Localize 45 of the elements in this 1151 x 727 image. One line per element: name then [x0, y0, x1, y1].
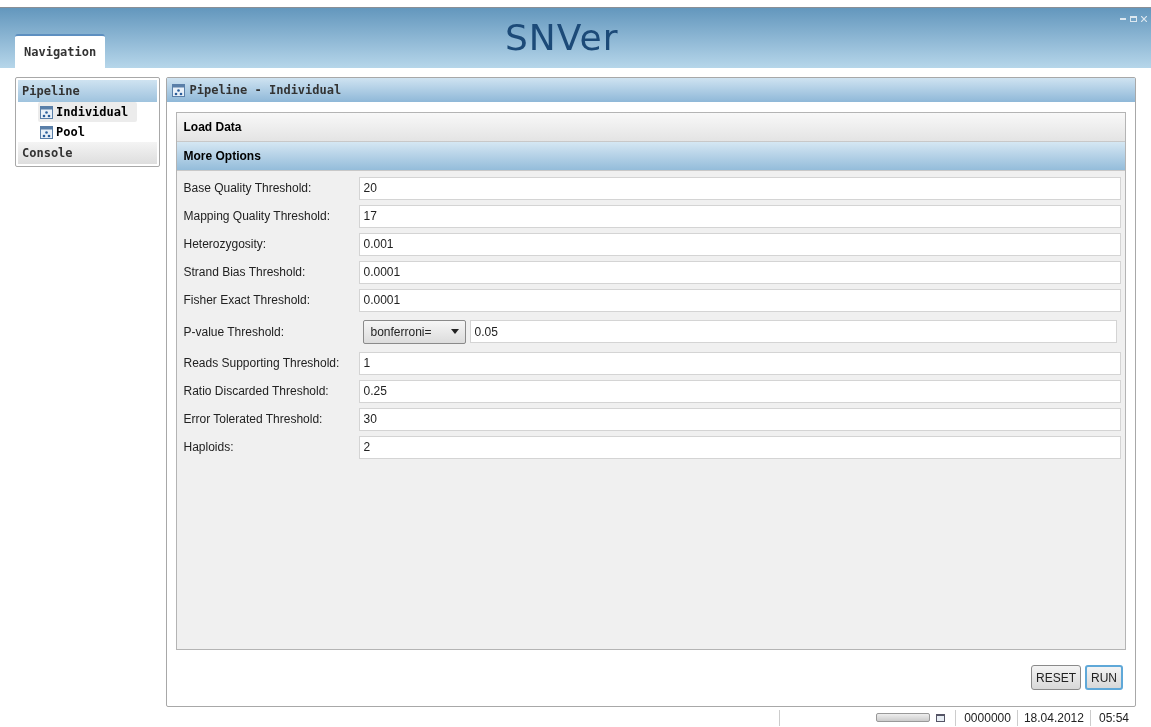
threshold-field[interactable]: 17 — [359, 204, 1121, 228]
section-header[interactable]: Pipeline — [18, 80, 158, 102]
status-date: 18.04.2012 — [1022, 709, 1085, 727]
field-label: Heterozygosity: — [183, 236, 268, 253]
item-label: Individual — [56, 104, 129, 121]
field-label: Reads Supporting Threshold: — [183, 355, 341, 372]
window-icon[interactable] — [936, 713, 946, 722]
tree-item[interactable]: Pool — [38, 122, 138, 142]
accordion-header[interactable]: More Options — [177, 142, 1125, 171]
field-label: Haploids: — [183, 439, 235, 456]
section-header[interactable]: Console — [18, 142, 158, 164]
module-icon — [40, 105, 53, 119]
item-label: Pool — [56, 124, 85, 141]
threshold-field[interactable]: 0.0001 — [359, 260, 1121, 284]
threshold-field[interactable]: 0.0001 — [359, 288, 1121, 312]
navigation-tab[interactable]: Navigation — [15, 34, 106, 68]
status-time: 05:54 — [1097, 709, 1130, 727]
editor-title: Pipeline - Individual — [189, 82, 342, 99]
threshold-field[interactable]: 20 — [359, 176, 1121, 200]
threshold-field[interactable]: 0.05 — [470, 320, 1117, 343]
field-label: P-value Threshold: — [183, 323, 285, 341]
maximize-icon[interactable] — [1130, 16, 1137, 22]
method-dropdown[interactable]: bonferroni= — [363, 319, 467, 344]
module-icon — [172, 83, 186, 97]
field-label: Strand Bias Threshold: — [183, 264, 307, 281]
minimize-icon[interactable] — [1120, 17, 1126, 21]
field-label: Error Tolerated Threshold: — [183, 411, 324, 428]
run-button[interactable]: RUN — [1085, 665, 1123, 690]
field-label: Mapping Quality Threshold: — [183, 208, 331, 225]
close-icon[interactable] — [1141, 16, 1147, 22]
threshold-field[interactable]: 2 — [359, 435, 1121, 459]
threshold-field[interactable]: 1 — [359, 351, 1121, 375]
tree-item[interactable]: Individual — [38, 102, 138, 122]
accordion-header[interactable]: Load Data — [177, 113, 1125, 142]
reset-button[interactable]: RESET — [1031, 665, 1081, 690]
module-icon — [40, 125, 53, 139]
field-label: Fisher Exact Threshold: — [183, 292, 311, 309]
app-logo: SNVer — [505, 18, 619, 58]
field-label: Base Quality Threshold: — [183, 180, 313, 197]
caret-icon — [451, 329, 460, 334]
threshold-field[interactable]: 0.001 — [359, 232, 1121, 256]
field-label: Ratio Discarded Threshold: — [183, 383, 330, 400]
status-counter: 0000000 — [963, 709, 1012, 727]
threshold-field[interactable]: 0.25 — [359, 379, 1121, 403]
threshold-field[interactable]: 30 — [359, 407, 1121, 431]
